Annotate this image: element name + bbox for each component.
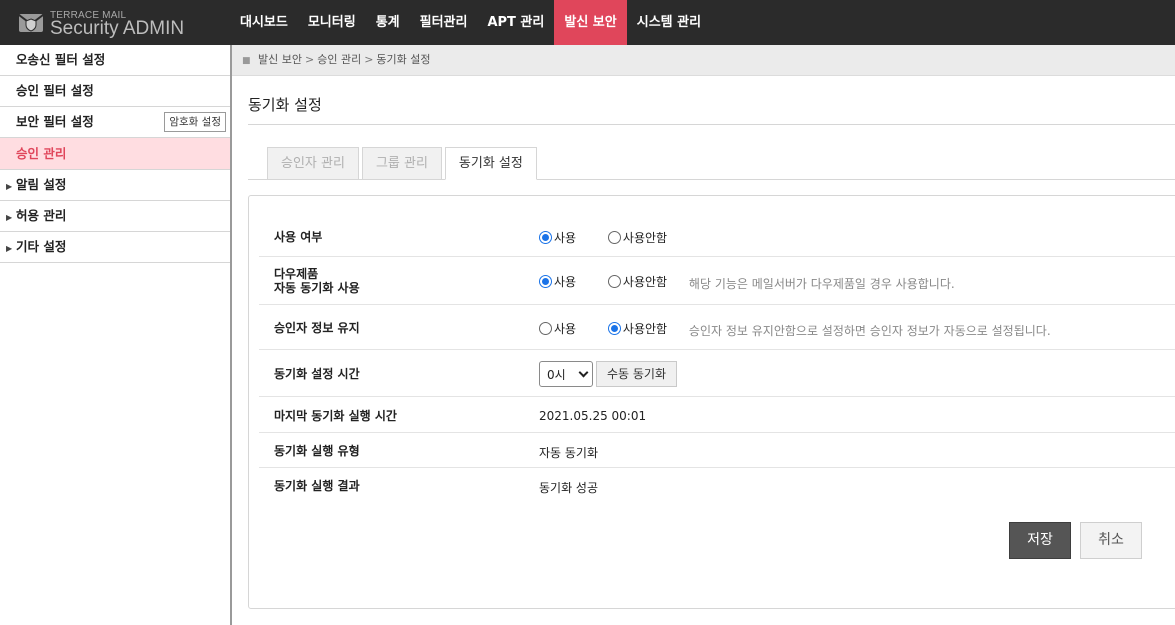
help-text: 승인자 정보 유지안함으로 설정하면 승인자 정보가 자동으로 설정됩니다. [688, 324, 1051, 338]
manual-sync-button[interactable]: 수동 동기화 [596, 361, 678, 387]
top-bar: TERRACE MAIL Security ADMIN 대시보드 모니터링 통계… [0, 0, 1175, 45]
sync-hour-select[interactable]: 0시 [539, 361, 593, 387]
cancel-button[interactable]: 취소 [1080, 522, 1142, 559]
form-row-run-type: 동기화 실행 유형 자동 동기화 [259, 433, 1175, 468]
radio-label: 사용 [554, 275, 577, 289]
sidebar-item-other-settings[interactable]: ▶ 기타 설정 [0, 232, 230, 263]
nav-monitoring[interactable]: 모니터링 [298, 0, 366, 45]
sidebar-item-label: 승인 관리 [16, 146, 67, 161]
last-run-value: 2021.05.25 00:01 [539, 409, 647, 423]
logo-title: Security ADMIN [50, 18, 185, 39]
sidebar-item-label: 알림 설정 [16, 177, 67, 192]
sidebar-item-label: 보안 필터 설정 [16, 114, 94, 129]
envelope-shield-icon [18, 14, 44, 32]
form-row-auto-sync: 다우제품 자동 동기화 사용 사용 사용안함 해당 기능은 메일서버가 다우제품… [259, 257, 1175, 305]
main-nav: 대시보드 모니터링 통계 필터관리 APT 관리 발신 보안 시스템 관리 [230, 0, 711, 45]
tab-sync-settings[interactable]: 동기화 설정 [444, 147, 537, 180]
radio-group-use: 사용 사용안함 [539, 229, 695, 247]
radio-label: 사용안함 [622, 231, 668, 245]
radio-group-auto-sync: 사용 사용안함 해당 기능은 메일서버가 다우제품일 경우 사용합니다. [539, 273, 955, 292]
select-value: 0시 [547, 367, 566, 382]
field-label: 마지막 동기화 실행 시간 [274, 409, 397, 423]
radio-use-off[interactable]: 사용안함 [607, 229, 668, 246]
nav-outbound-security[interactable]: 발신 보안 [554, 0, 627, 45]
breadcrumb-item[interactable]: 승인 관리 [317, 53, 361, 66]
sidebar-item-notification-settings[interactable]: ▶ 알림 설정 [0, 170, 230, 201]
save-button[interactable]: 저장 [1009, 522, 1071, 559]
nav-dashboard[interactable]: 대시보드 [230, 0, 298, 45]
field-label: 다우제품 자동 동기화 사용 [274, 267, 360, 295]
sidebar-item-allow-management[interactable]: ▶ 허용 관리 [0, 201, 230, 232]
radio-label: 사용안함 [622, 322, 668, 336]
breadcrumb: ■ 발신 보안 > 승인 관리 > 동기화 설정 [232, 45, 1175, 76]
form-row-run-result: 동기화 실행 결과 동기화 성공 [259, 468, 1175, 503]
chevron-down-icon [578, 367, 589, 377]
radio-button[interactable] [607, 275, 621, 288]
run-type-value: 자동 동기화 [539, 446, 599, 460]
sidebar-item-security-filter[interactable]: 보안 필터 설정 암호화 설정 [0, 107, 230, 138]
field-label-line: 다우제품 [274, 267, 319, 281]
run-result-value: 동기화 성공 [539, 481, 599, 495]
tab-approver-management[interactable]: 승인자 관리 [267, 147, 359, 180]
sync-time-controls: 0시 수동 동기화 [539, 361, 678, 387]
nav-apt-management[interactable]: APT 관리 [477, 0, 554, 45]
chevron-right-icon: > [364, 53, 374, 66]
logo[interactable]: TERRACE MAIL Security ADMIN [18, 9, 218, 39]
sidebar-item-label: 기타 설정 [16, 239, 67, 254]
chevron-right-icon: > [305, 53, 315, 66]
radio-button[interactable] [607, 322, 621, 335]
field-label: 승인자 정보 유지 [274, 321, 360, 335]
sidebar-item-misdelivery-filter[interactable]: 오송신 필터 설정 [0, 45, 230, 76]
radio-button[interactable] [539, 275, 552, 288]
tab-bar: 승인자 관리 그룹 관리 동기화 설정 [267, 147, 540, 180]
bullet-icon: ■ [242, 56, 251, 66]
radio-button[interactable] [607, 231, 621, 244]
sidebar-item-approval-management[interactable]: 승인 관리 [0, 138, 230, 170]
divider [248, 124, 1175, 125]
sidebar-item-label: 오송신 필터 설정 [16, 52, 106, 67]
sidebar-item-approval-filter[interactable]: 승인 필터 설정 [0, 76, 230, 107]
sidebar-item-label: 허용 관리 [16, 208, 67, 223]
radio-label: 사용 [554, 322, 577, 336]
tab-group-management[interactable]: 그룹 관리 [361, 147, 442, 180]
form-row-keep-approver: 승인자 정보 유지 사용 사용안함 승인자 정보 유지안함으로 설정하면 승인자… [259, 305, 1175, 350]
help-text: 해당 기능은 메일서버가 다우제품일 경우 사용합니다. [688, 277, 955, 291]
nav-statistics[interactable]: 통계 [366, 0, 410, 45]
sidebar-item-label: 승인 필터 설정 [16, 83, 94, 98]
radio-button[interactable] [539, 231, 552, 244]
field-label-line: 자동 동기화 사용 [274, 281, 360, 295]
breadcrumb-item: 동기화 설정 [376, 53, 431, 66]
triangle-right-icon: ▶ [6, 213, 13, 222]
radio-auto-sync-off[interactable]: 사용안함 [607, 273, 668, 290]
radio-group-keep-approver: 사용 사용안함 승인자 정보 유지안함으로 설정하면 승인자 정보가 자동으로 … [539, 320, 1051, 339]
radio-label: 사용안함 [622, 275, 668, 289]
radio-auto-sync-on[interactable]: 사용 [539, 273, 576, 290]
radio-label: 사용 [554, 231, 577, 245]
form-row-last-run: 마지막 동기화 실행 시간 2021.05.25 00:01 [259, 397, 1175, 433]
radio-use-on[interactable]: 사용 [539, 229, 576, 246]
nav-system-management[interactable]: 시스템 관리 [627, 0, 711, 45]
field-label: 동기화 실행 결과 [274, 479, 360, 493]
field-label: 동기화 설정 시간 [274, 367, 360, 381]
field-label: 동기화 실행 유형 [274, 444, 360, 458]
radio-keep-on[interactable]: 사용 [539, 320, 576, 337]
settings-panel: 사용 여부 사용 사용안함 다우제품 자동 동기화 사용 사용 사용안함 해당 … [248, 195, 1175, 609]
nav-filter-management[interactable]: 필터관리 [410, 0, 478, 45]
form-row-use: 사용 여부 사용 사용안함 [259, 219, 1175, 257]
page-title: 동기화 설정 [248, 96, 322, 114]
field-label: 사용 여부 [274, 230, 323, 244]
sidebar: 오송신 필터 설정 승인 필터 설정 보안 필터 설정 암호화 설정 승인 관리… [0, 45, 232, 625]
encryption-settings-button[interactable]: 암호화 설정 [164, 112, 226, 132]
triangle-right-icon: ▶ [6, 244, 13, 253]
breadcrumb-item[interactable]: 발신 보안 [258, 53, 302, 66]
triangle-right-icon: ▶ [6, 182, 13, 191]
form-row-sync-time: 동기화 설정 시간 0시 수동 동기화 [259, 350, 1175, 397]
radio-button[interactable] [539, 322, 552, 335]
radio-keep-off[interactable]: 사용안함 [607, 320, 668, 337]
